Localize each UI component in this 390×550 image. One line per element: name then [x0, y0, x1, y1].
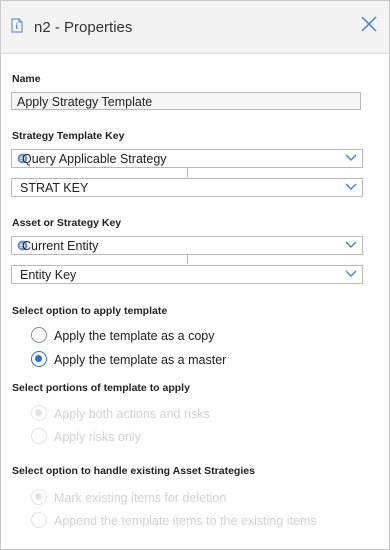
radio-circle: [31, 428, 47, 444]
close-icon[interactable]: [361, 16, 377, 32]
radio-label: Apply both actions and risks: [54, 407, 210, 421]
strategy-template-source-select[interactable]: Query Applicable Strategy: [11, 149, 363, 168]
asset-key-label: Asset or Strategy Key: [12, 217, 122, 229]
panel-header: n2 - Properties: [1, 1, 389, 54]
radio-circle: [31, 512, 47, 528]
chevron-down-icon[interactable]: [345, 270, 357, 278]
asset-key-select[interactable]: Entity Key: [11, 265, 363, 284]
radio-circle[interactable]: [31, 327, 47, 343]
radio-label: Apply the template as a copy: [54, 329, 215, 343]
chevron-down-icon[interactable]: [345, 241, 357, 249]
apply-option-label: Select option to apply template: [12, 305, 168, 317]
radio-circle-selected[interactable]: [31, 351, 47, 367]
chevron-down-icon[interactable]: [345, 154, 357, 162]
document-icon: [11, 18, 23, 33]
portions-option-label: Select portions of template to apply: [12, 382, 190, 394]
radio-label: Append the template items to the existin…: [54, 514, 317, 528]
name-label: Name: [12, 73, 41, 85]
panel-title: n2 - Properties: [34, 19, 133, 36]
existing-option-label: Select option to handle existing Asset S…: [12, 465, 255, 477]
radio-label: Apply the template as a master: [54, 353, 227, 367]
properties-panel: n2 - Properties Name Apply Strategy Temp…: [0, 0, 390, 550]
name-field[interactable]: Apply Strategy Template: [11, 92, 361, 110]
radio-circle-selected: [31, 405, 47, 421]
chevron-down-icon[interactable]: [345, 183, 357, 191]
strategy-template-key-select[interactable]: STRAT KEY: [11, 178, 363, 197]
asset-key-source-select[interactable]: Current Entity: [11, 236, 363, 255]
radio-label: Mark existing items for deletion: [54, 491, 227, 505]
asset-key-source-value: Current Entity: [22, 239, 99, 253]
radio-circle-selected: [31, 489, 47, 505]
strategy-template-key-value: STRAT KEY: [20, 181, 89, 195]
connector-line: [187, 255, 188, 264]
strategy-template-source-value: Query Applicable Strategy: [22, 152, 167, 166]
connector-line: [187, 168, 188, 177]
asset-key-value: Entity Key: [20, 268, 77, 282]
radio-label: Apply risks only: [54, 430, 141, 444]
strategy-template-key-label: Strategy Template Key: [12, 130, 125, 142]
